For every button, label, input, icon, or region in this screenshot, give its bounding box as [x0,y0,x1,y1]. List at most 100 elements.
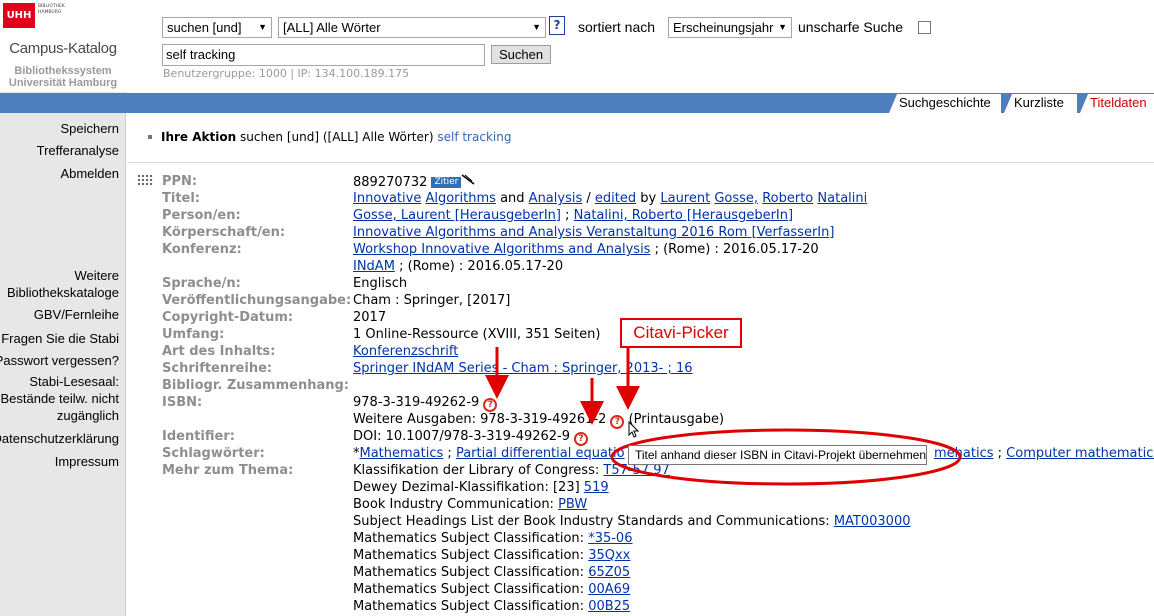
sort-select[interactable]: Erscheinungsjahr ▼ [668,17,792,38]
library-logo-text: BIBLIOTHEK HAMBURG [38,4,65,15]
tab-search-history[interactable]: Suchgeschichte [889,94,1001,113]
nav-privacy[interactable]: Datenschutzerklärung [0,430,119,447]
value-subjects: *Mathematics ; Partial differential equa… [353,446,625,461]
msc-link[interactable]: 65Z05 [588,565,630,580]
search-field-select[interactable]: [ALL] Alle Wörter ▼ [278,17,546,38]
conference-link[interactable]: Workshop Innovative Algorithms and Analy… [353,242,650,257]
cite-slash-icon [461,174,475,185]
label-language: Sprache/n: [162,276,241,291]
title-word-link[interactable]: Analysis [529,191,583,206]
cite-icon[interactable]: Zitier [431,177,462,188]
sort-value: Erscheinungsjahr [673,20,774,35]
value-extent: 1 Online-Ressource (XVIII, 351 Seiten) [353,327,601,342]
nav-forgot-password[interactable]: Passwort vergessen? [0,352,119,369]
bic-link[interactable]: PBW [558,497,587,512]
value-conference-1: Workshop Innovative Algorithms and Analy… [353,242,819,257]
msc-link[interactable]: 00B25 [588,599,630,614]
left-sidebar: UHH BIBLIOTHEK HAMBURG Campus-Katalog Bi… [0,0,127,616]
title-word-link[interactable]: Algorithms [425,191,495,206]
action-query-link[interactable]: self tracking [437,130,511,144]
label-isbn: ISBN: [162,395,203,410]
search-field-value: [ALL] Alle Wörter [283,20,381,35]
doi-text: DOI: 10.1007/978-3-319-49262-9 [353,429,571,444]
conference-link[interactable]: INdAM [353,259,395,274]
tab-shortlist[interactable]: Kurzliste [1004,94,1077,113]
editor-link[interactable]: Natalini [817,191,867,206]
series-link[interactable]: Springer INdAM Series - Cham : Springer,… [353,361,693,376]
search-action-select[interactable]: suchen [und] ▼ [162,17,272,38]
person-link[interactable]: Natalini, Roberto [HerausgeberIn] [574,208,793,223]
lcc-label: Klassifikation der Library of Congress: [353,463,600,478]
other-editions-note: (Printausgabe) [628,412,725,427]
subject-link[interactable]: Partial differential equatio [456,446,625,461]
other-editions-label: Weitere Ausgaben: [353,412,476,427]
label-series: Schriftenreihe: [162,361,273,376]
label-persons: Person/en: [162,208,241,223]
subject-link[interactable]: Computer mathematics [1006,446,1154,461]
chevron-down-icon: ▼ [532,22,541,32]
left-blue-bar [0,93,127,113]
person-link[interactable]: Gosse, Laurent [HerausgeberIn] [353,208,561,223]
value-language: Englisch [353,276,408,291]
value-other-editions: Weitere Ausgaben: 978-3-319-49261-2? (Pr… [353,412,724,429]
citavi-picker-annotation: Citavi-Picker [620,318,742,348]
drag-handle-icon[interactable] [137,174,153,187]
msc-link[interactable]: 35Qxx [588,548,630,563]
nav-logout[interactable]: Abmelden [0,165,119,182]
sort-label: sortiert nach [578,19,656,35]
nav-ask-stabi[interactable]: Fragen Sie die Stabi [0,330,119,347]
label-identifier: Identifier: [162,429,235,444]
msc-label: Mathematics Subject Classification: [353,531,585,546]
bisac-link[interactable]: MAT003000 [834,514,911,529]
ddc-link[interactable]: 519 [584,480,609,495]
action-summary: Ihre Aktion suchen [und] ([ALL] Alle Wör… [148,130,511,144]
label-title: Titel: [162,191,201,206]
value-isbn: 978-3-319-49262-9? [353,395,498,412]
action-text: suchen [und] ([ALL] Alle Wörter) [239,130,434,144]
citavi-tooltip: Titel anhand dieser ISBN in Citavi-Proje… [628,445,927,465]
search-input[interactable]: self tracking [162,44,485,66]
nav-interlibrary[interactable]: GBV/Fernleihe [0,306,119,323]
lcc-link[interactable]: T57-57.97 [603,463,669,478]
citavi-picker-icon[interactable]: ? [574,432,589,446]
content-type-link[interactable]: Konferenzschrift [353,344,458,359]
nav-analysis[interactable]: Trefferanalyse [0,142,119,159]
msc-link[interactable]: *35-06 [588,531,632,546]
title-word-link[interactable]: edited [595,191,636,206]
bic-label: Book Industry Communication: [353,497,554,512]
tab-title-data[interactable]: Titeldaten [1080,94,1154,113]
corporate-link[interactable]: Innovative Algorithms and Analysis Veran… [353,225,834,240]
isbn-number: 978-3-319-49262-9 [353,395,480,410]
nav-reading-room[interactable]: Stabi-Lesesaal: Bestände teilw. nicht zu… [0,373,119,424]
help-button[interactable]: ? [549,16,565,35]
fuzzy-search-label: unscharfe Suche [798,19,904,35]
help-icon: ? [553,18,561,32]
value-msc: Mathematics Subject Classification: 00B2… [353,599,630,614]
editor-link[interactable]: Laurent [660,191,710,206]
separator: ; [997,446,1003,461]
editor-link[interactable]: Gosse, [714,191,758,206]
title-word-link[interactable]: Innovative [353,191,421,206]
nav-more-catalogs[interactable]: Weitere Bibliothekskataloge [0,267,119,301]
nav-imprint[interactable]: Impressum [0,453,119,470]
fuzzy-search-checkbox[interactable] [918,21,931,34]
subject-link[interactable]: mehatics [934,446,994,461]
value-title: Innovative Algorithms and Analysis / edi… [353,191,867,206]
conference-details: ; (Rome) : 2016.05.17-20 [399,259,564,274]
subject-link[interactable]: Mathematics [360,446,444,461]
title-text: and [500,191,525,206]
nav-save[interactable]: Speichern [0,120,119,137]
value-msc: Mathematics Subject Classification: *35-… [353,531,632,546]
label-copyright: Copyright-Datum: [162,310,294,325]
msc-link[interactable]: 00A69 [588,582,630,597]
label-ppn: PPN: [162,174,198,189]
logo[interactable]: UHH BIBLIOTHEK HAMBURG Campus-Katalog Bi… [0,0,126,92]
label-more-topic: Mehr zum Thema: [162,463,294,478]
divider [127,162,1154,163]
citavi-picker-icon[interactable]: ? [610,415,625,429]
editor-link[interactable]: Roberto [762,191,813,206]
search-button[interactable]: Suchen [491,45,551,64]
ppn-number: 889270732 [353,175,428,190]
value-series: Springer INdAM Series - Cham : Springer,… [353,361,693,376]
citavi-picker-icon[interactable]: ? [483,398,498,412]
